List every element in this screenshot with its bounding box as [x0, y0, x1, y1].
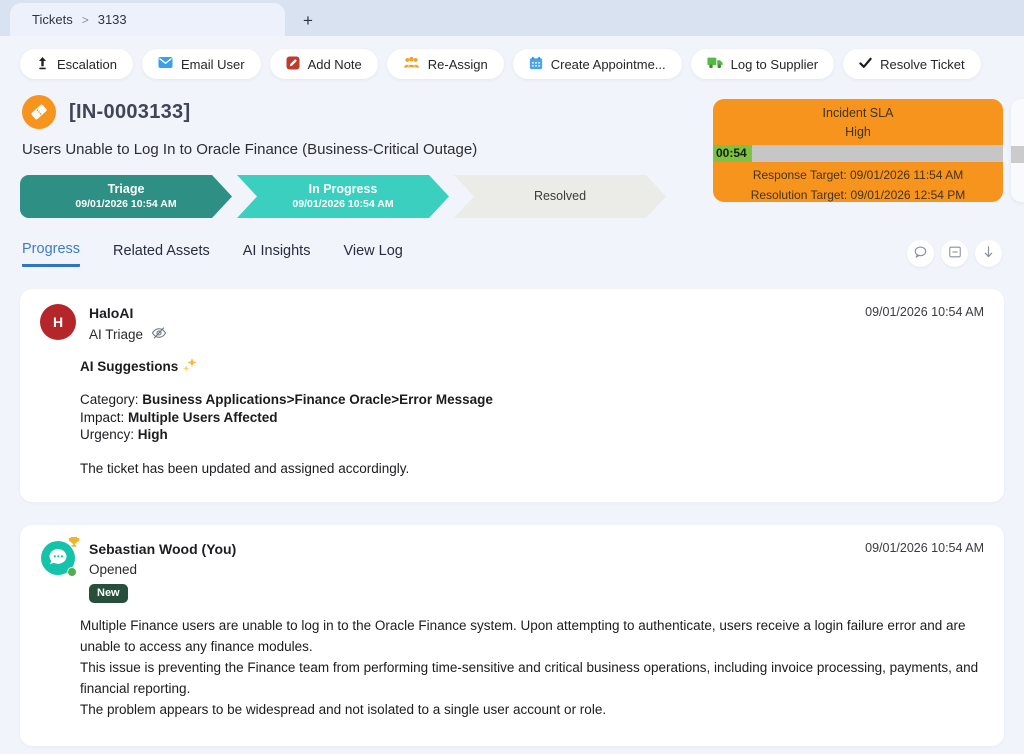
email-icon: [158, 56, 173, 72]
step-timestamp: 09/01/2026 10:54 AM: [292, 198, 393, 211]
tab-related-assets[interactable]: Related Assets: [113, 243, 210, 266]
tab-section-label: Tickets: [32, 12, 73, 27]
sla-panel: Incident SLA High 00:54 Response Target:…: [713, 99, 1003, 202]
feed-card-opened: 09/01/2026 10:54 AM Sebastian Wood (You)…: [20, 525, 1004, 746]
ai-field-urgency: Urgency: High: [80, 426, 984, 444]
chevron-right-icon: >: [82, 13, 89, 27]
sla-timer-bar: 00:54: [713, 145, 1003, 162]
ticket-type-icon: [22, 95, 56, 129]
escalation-icon: [36, 56, 49, 73]
eye-off-icon: [151, 326, 167, 343]
sparkles-icon: [182, 357, 198, 376]
tab-progress[interactable]: Progress: [22, 241, 80, 267]
status-badge-new: New: [89, 584, 128, 603]
tab-ticket-id: 3133: [98, 12, 127, 27]
check-icon: [859, 57, 872, 72]
add-note-label: Add Note: [308, 57, 362, 72]
add-note-icon: [286, 56, 300, 73]
workflow-step-resolved[interactable]: Resolved: [454, 175, 666, 218]
action-toolbar: Escalation Email User Add Note Re-Assign…: [0, 36, 1024, 79]
email-user-button[interactable]: Email User: [142, 49, 261, 79]
quick-actions: [907, 240, 1002, 267]
card-timestamp: 09/01/2026 10:54 AM: [865, 541, 984, 555]
haloai-avatar: H: [40, 304, 76, 340]
description-paragraph: Multiple Finance users are unable to log…: [80, 615, 984, 657]
re-assign-icon: [403, 56, 420, 72]
ai-field-impact: Impact: Multiple Users Affected: [80, 409, 984, 427]
step-label: Resolved: [534, 189, 586, 205]
escalation-label: Escalation: [57, 57, 117, 72]
sla-priority: High: [713, 125, 1003, 139]
tab-view-log[interactable]: View Log: [343, 243, 402, 266]
next-sla-timer-track: [1011, 146, 1024, 163]
workflow-step-triage[interactable]: Triage 09/01/2026 10:54 AM: [20, 175, 232, 218]
truck-icon: [707, 56, 723, 72]
resolve-ticket-label: Resolve Ticket: [880, 57, 965, 72]
ticket-activity-feed: 09/01/2026 10:54 AM H HaloAI AI Triage A…: [20, 289, 1004, 746]
tab-ticket-3133[interactable]: Tickets > 3133: [10, 3, 285, 36]
description-paragraph: This issue is preventing the Finance tea…: [80, 657, 984, 699]
add-note-button[interactable]: Add Note: [270, 49, 378, 79]
calendar-icon: [529, 56, 543, 73]
chat-bubble-icon: [913, 245, 928, 262]
ticket-id: [IN-0003133]: [69, 101, 190, 124]
arrow-down-icon: [982, 245, 995, 262]
create-appointment-button[interactable]: Create Appointme...: [513, 49, 682, 79]
user-avatar: [40, 540, 76, 576]
action-label: AI Triage: [89, 327, 143, 342]
step-timestamp: 09/01/2026 10:54 AM: [75, 198, 176, 211]
action-label: Opened: [89, 562, 137, 577]
sla-resolution-target: Resolution Target: 09/01/2026 12:54 PM: [713, 188, 1003, 202]
card-timestamp: 09/01/2026 10:54 AM: [865, 305, 984, 319]
note-collapse-icon: [948, 245, 962, 262]
sla-timer-value: 00:54: [713, 145, 1003, 162]
description-paragraph: The problem appears to be widespread and…: [80, 699, 984, 720]
ai-footer-note: The ticket has been updated and assigned…: [80, 461, 984, 476]
chat-bubble-button[interactable]: [907, 240, 934, 267]
step-label: Triage: [108, 182, 145, 198]
next-sla-panel-peek: [1011, 99, 1024, 202]
new-tab-button[interactable]: +: [303, 12, 313, 29]
scroll-down-button[interactable]: [975, 240, 1002, 267]
re-assign-button[interactable]: Re-Assign: [387, 49, 504, 79]
ai-suggestions-heading: AI Suggestions: [80, 359, 178, 374]
log-to-supplier-button[interactable]: Log to Supplier: [691, 49, 834, 79]
workflow-steps: Triage 09/01/2026 10:54 AM In Progress 0…: [20, 175, 666, 218]
escalation-button[interactable]: Escalation: [20, 49, 133, 79]
collapse-notes-button[interactable]: [941, 240, 968, 267]
presence-dot: [67, 567, 77, 577]
step-label: In Progress: [309, 182, 378, 198]
ai-field-category: Category: Business Applications>Finance …: [80, 391, 984, 409]
sla-title: Incident SLA: [713, 106, 1003, 120]
resolve-ticket-button[interactable]: Resolve Ticket: [843, 49, 981, 79]
author-name: HaloAI: [89, 304, 167, 321]
create-appointment-label: Create Appointme...: [551, 57, 666, 72]
tab-ai-insights[interactable]: AI Insights: [243, 243, 311, 266]
detail-tabs: Progress Related Assets AI Insights View…: [22, 239, 1002, 269]
email-user-label: Email User: [181, 57, 245, 72]
feed-card-haloai: 09/01/2026 10:54 AM H HaloAI AI Triage A…: [20, 289, 1004, 502]
author-name: Sebastian Wood (You): [89, 540, 236, 557]
browser-tab-bar: Tickets > 3133 +: [0, 0, 1024, 36]
sla-response-target: Response Target: 09/01/2026 11:54 AM: [713, 168, 1003, 182]
trophy-badge-icon: [68, 535, 80, 553]
log-to-supplier-label: Log to Supplier: [731, 57, 818, 72]
workflow-step-in-progress[interactable]: In Progress 09/01/2026 10:54 AM: [237, 175, 449, 218]
re-assign-label: Re-Assign: [428, 57, 488, 72]
